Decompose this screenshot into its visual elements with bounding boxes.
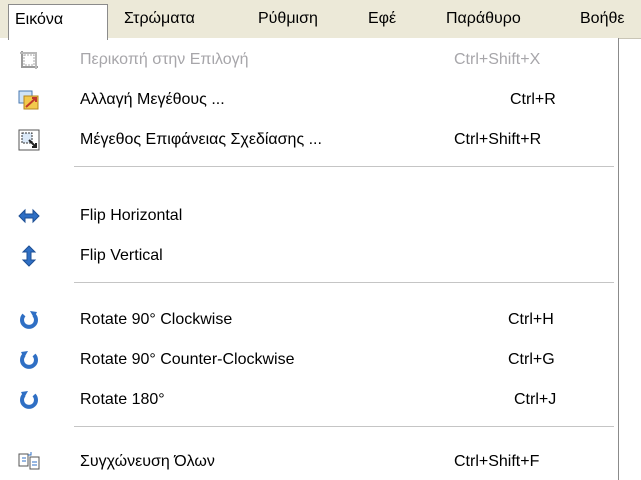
menu-bar: Εικόνα Στρώματα Ρύθμιση Εφέ Παράθυρο Βοή… [0,0,641,40]
menu-item-resize-shortcut: Ctrl+R [510,91,556,108]
menu-item-rotate-180-shortcut: Ctrl+J [514,391,557,408]
menu-item-rotate-cw-label: Rotate 90° Clockwise [80,311,233,328]
menu-layers-label: Στρώματα [124,10,195,27]
menu-effects[interactable]: Εφέ [368,0,396,38]
menu-item-flatten-label: Συγχώνευση Όλων [80,453,215,470]
flip-vertical-icon [18,245,40,267]
menu-effects-label: Εφέ [368,10,397,27]
menu-item-flip-horizontal-label: Flip Horizontal [80,207,183,224]
menu-item-flip-horizontal[interactable]: Flip Horizontal [0,198,616,234]
menu-item-crop-label: Περικοπή στην Επιλογή [80,51,249,68]
rotate-counter-clockwise-icon [18,349,40,371]
menu-adjustments-label: Ρύθμιση [258,10,318,27]
menu-adjustments[interactable]: Ρύθμιση [258,0,318,38]
canvas-size-icon [18,129,40,151]
rotate-clockwise-icon [18,309,40,331]
menu-separator [74,282,614,283]
menu-item-resize-label: Αλλαγή Μεγέθους ... [80,91,225,108]
menu-item-resize[interactable]: Αλλαγή Μεγέθους ... Ctrl+R [0,82,616,118]
menu-help[interactable]: Βοήθε [580,0,625,38]
resize-image-icon [18,89,40,111]
rotate-180-icon [18,389,40,411]
menu-separator [74,166,614,167]
menu-item-canvas-size-shortcut: Ctrl+Shift+R [454,131,542,148]
menu-window-label: Παράθυρο [446,10,521,27]
menu-item-flatten[interactable]: Συγχώνευση Όλων Ctrl+Shift+F [0,444,616,480]
menu-item-crop-shortcut: Ctrl+Shift+X [454,51,541,68]
menu-item-flip-vertical[interactable]: Flip Vertical [0,238,616,274]
menu-item-crop-to-selection[interactable]: Περικοπή στην Επιλογή Ctrl+Shift+X [0,42,616,78]
menu-layers[interactable]: Στρώματα [124,0,195,38]
menu-item-canvas-size-label: Μέγεθος Επιφάνειας Σχεδίασης ... [80,131,322,148]
menu-item-rotate-180-label: Rotate 180° [80,391,165,408]
menu-item-rotate-180[interactable]: Rotate 180° Ctrl+J [0,382,616,418]
menu-item-rotate-ccw-shortcut: Ctrl+G [508,351,555,368]
menu-image-label: Εικόνα [15,11,64,28]
menu-item-flatten-shortcut: Ctrl+Shift+F [454,453,540,470]
menu-image[interactable]: Εικόνα [8,4,108,40]
menu-item-flip-vertical-label: Flip Vertical [80,247,163,264]
menu-item-rotate-cw-shortcut: Ctrl+H [508,311,554,328]
menu-item-rotate-counter-clockwise[interactable]: Rotate 90° Counter-Clockwise Ctrl+G [0,342,616,378]
crop-to-selection-icon [18,49,40,71]
flip-horizontal-icon [18,205,40,227]
image-menu-dropdown: Περικοπή στην Επιλογή Ctrl+Shift+X Αλλαγ… [0,38,619,480]
flatten-icon [18,451,40,473]
menu-window[interactable]: Παράθυρο [446,0,521,38]
menu-item-rotate-clockwise[interactable]: Rotate 90° Clockwise Ctrl+H [0,302,616,338]
menu-item-canvas-size[interactable]: Μέγεθος Επιφάνειας Σχεδίασης ... Ctrl+Sh… [0,122,616,158]
menu-separator [74,426,614,427]
menu-item-rotate-ccw-label: Rotate 90° Counter-Clockwise [80,351,295,368]
menu-help-label: Βοήθε [580,10,625,27]
